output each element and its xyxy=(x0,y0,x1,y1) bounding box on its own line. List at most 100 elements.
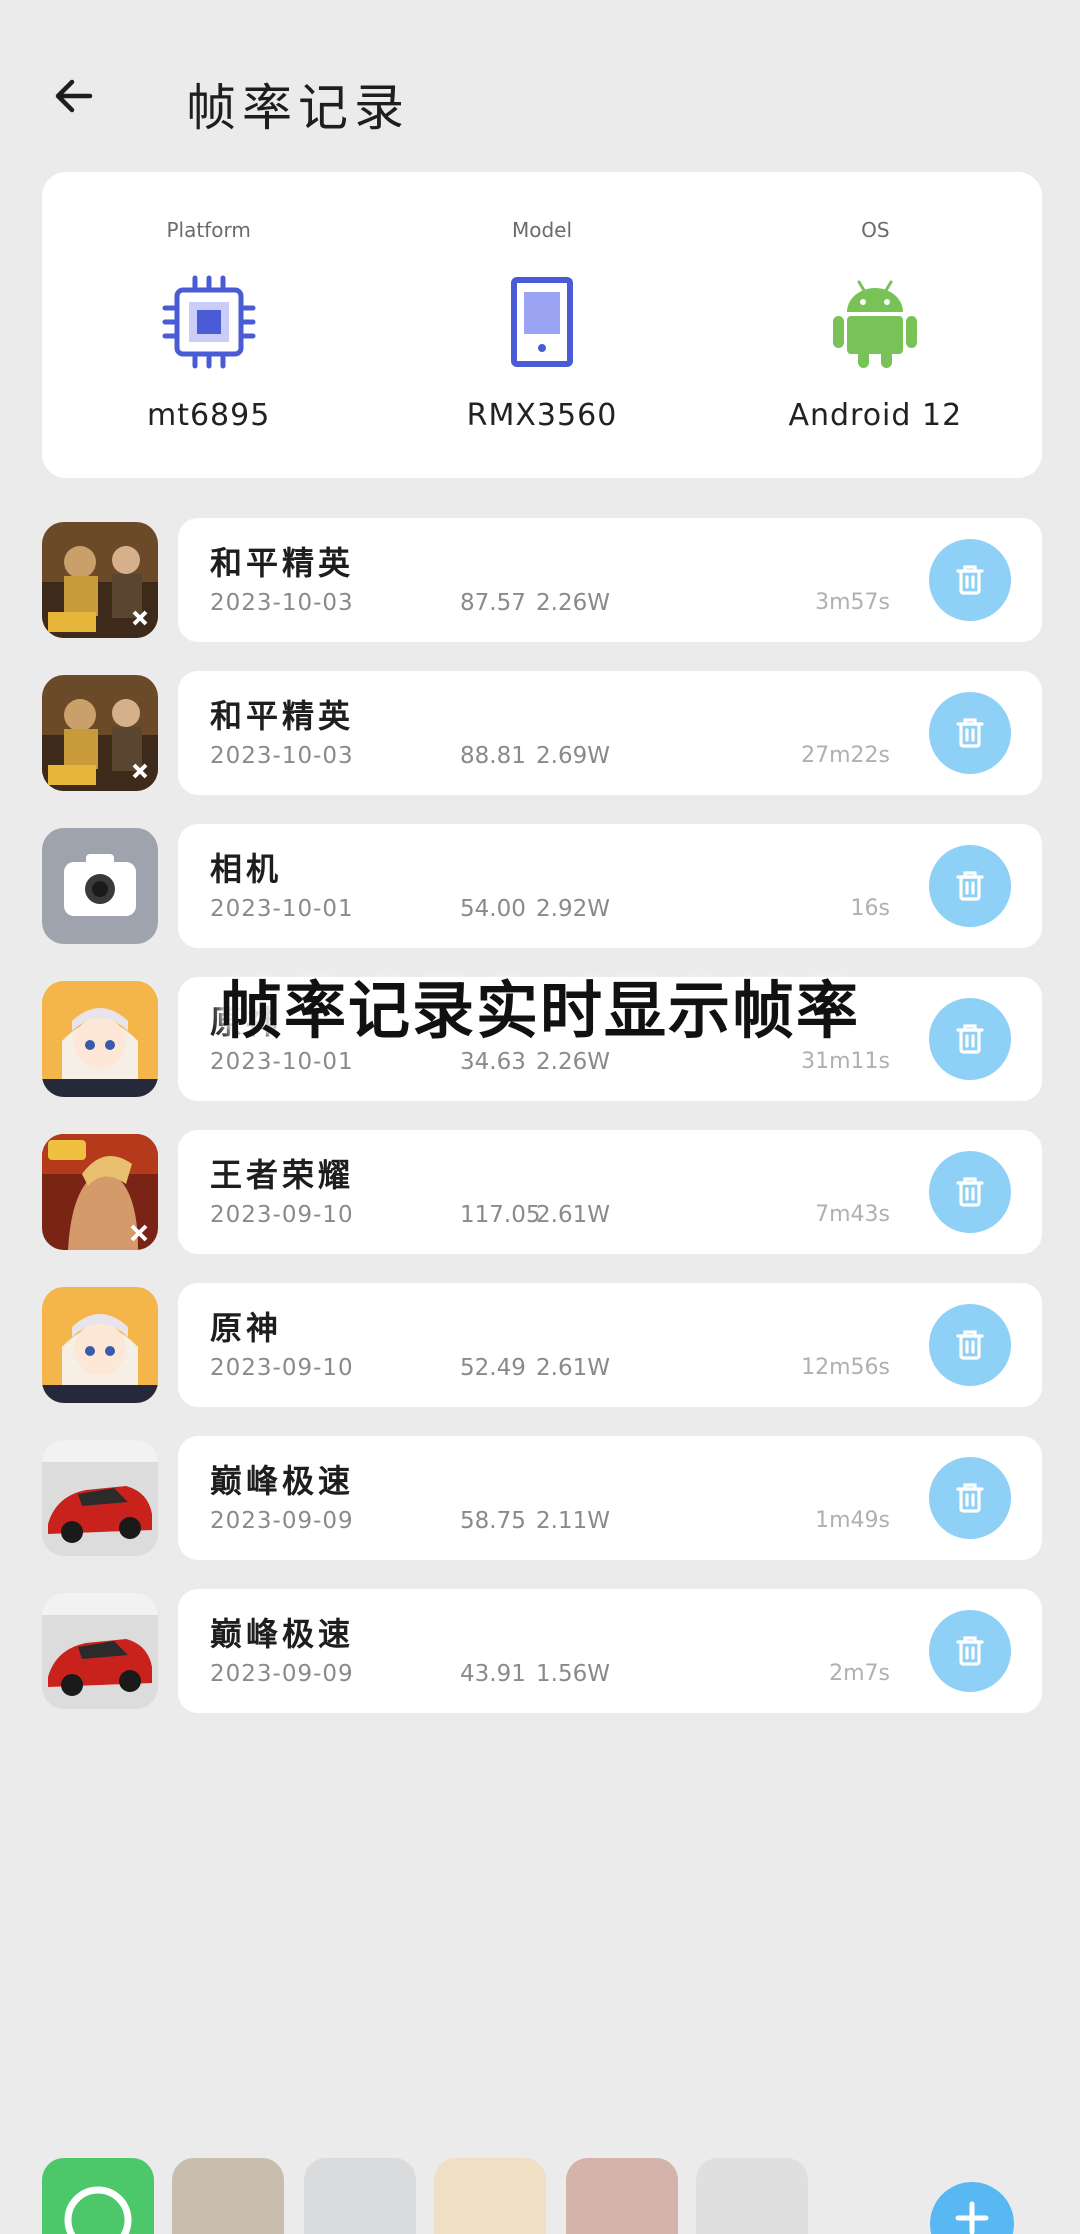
record-card[interactable]: 原神 2023-09-10 52.49 2.61W 12m56s xyxy=(178,1283,1042,1407)
record-fps: 34.63 xyxy=(460,1049,526,1075)
record-date: 2023-09-10 xyxy=(210,1355,354,1381)
record-card[interactable]: 和平精英 2023-10-03 88.81 2.69W 27m22s xyxy=(178,671,1042,795)
trash-icon xyxy=(956,1636,984,1666)
record-power: 2.69W xyxy=(536,743,610,769)
record-power: 1.56W xyxy=(536,1661,610,1687)
platform-caption: Platform xyxy=(166,218,251,242)
dock-app-icon[interactable] xyxy=(434,2158,546,2234)
record-duration: 12m56s xyxy=(801,1355,890,1380)
os-value: Android 12 xyxy=(788,398,963,433)
record-date: 2023-09-10 xyxy=(210,1202,354,1228)
delete-button[interactable] xyxy=(929,692,1011,774)
record-row: 巅峰极速 2023-09-09 43.91 1.56W 2m7s xyxy=(0,1589,1080,1713)
phone-icon xyxy=(492,272,592,372)
record-date: 2023-09-09 xyxy=(210,1661,354,1687)
app-header: 帧率记录 xyxy=(0,0,1080,200)
record-date: 2023-10-03 xyxy=(210,743,354,769)
delete-button[interactable] xyxy=(929,1457,1011,1539)
bottom-app-dock xyxy=(0,2158,1080,2234)
record-duration: 3m57s xyxy=(815,590,890,615)
record-fps: 117.05 xyxy=(460,1202,541,1228)
record-card[interactable]: 巅峰极速 2023-09-09 43.91 1.56W 2m7s xyxy=(178,1589,1042,1713)
record-app-name: 和平精英 xyxy=(210,697,355,735)
record-app-name: 巅峰极速 xyxy=(210,1462,355,1500)
video-caption: 帧率记录实时显示帧率 xyxy=(219,974,860,1047)
page-title: 帧率记录 xyxy=(186,79,410,137)
delete-button[interactable] xyxy=(929,845,1011,927)
record-row: 和平精英 2023-10-03 87.57 2.26W 3m57s xyxy=(0,518,1080,642)
record-power: 2.61W xyxy=(536,1355,610,1381)
record-fps: 43.91 xyxy=(460,1661,526,1687)
genshin-app-icon xyxy=(42,1287,158,1403)
device-info-card: Platform mt6895 Model RMX3560 OS Android… xyxy=(42,172,1042,478)
trash-icon xyxy=(956,1483,984,1513)
record-duration: 2m7s xyxy=(829,1661,890,1686)
dock-app-icon[interactable] xyxy=(172,2158,284,2234)
record-date: 2023-10-01 xyxy=(210,896,354,922)
chip-icon xyxy=(159,272,259,372)
device-model: Model RMX3560 xyxy=(392,172,692,478)
delete-button[interactable] xyxy=(929,539,1011,621)
model-caption: Model xyxy=(511,218,573,242)
trash-icon xyxy=(956,1330,984,1360)
dock-app-icon[interactable] xyxy=(696,2158,808,2234)
record-power: 2.26W xyxy=(536,590,610,616)
delete-button[interactable] xyxy=(929,1151,1011,1233)
trash-icon xyxy=(956,565,984,595)
racing-app-icon xyxy=(42,1440,158,1556)
record-fps: 88.81 xyxy=(460,743,526,769)
trash-icon xyxy=(956,718,984,748)
record-card[interactable]: 相机 2023-10-01 54.00 2.92W 16s xyxy=(178,824,1042,948)
record-row: 和平精英 2023-10-03 88.81 2.69W 27m22s xyxy=(0,671,1080,795)
record-duration: 27m22s xyxy=(801,743,890,768)
record-card[interactable]: 巅峰极速 2023-09-09 58.75 2.11W 1m49s xyxy=(178,1436,1042,1560)
record-row: 王者荣耀 2023-09-10 117.05 2.61W 7m43s xyxy=(0,1130,1080,1254)
peace-elite-app-icon xyxy=(42,522,158,638)
record-fps: 58.75 xyxy=(460,1508,526,1534)
dock-app-icon[interactable] xyxy=(304,2158,416,2234)
speedometer-icon xyxy=(64,2186,132,2234)
trash-icon xyxy=(956,1177,984,1207)
model-value: RMX3560 xyxy=(466,398,618,433)
record-app-name: 巅峰极速 xyxy=(210,1615,355,1653)
record-power: 2.92W xyxy=(536,896,610,922)
record-power: 2.61W xyxy=(536,1202,610,1228)
trash-icon xyxy=(956,871,984,901)
os-caption: OS xyxy=(861,218,890,242)
peace-elite-app-icon xyxy=(42,675,158,791)
record-row: 巅峰极速 2023-09-09 58.75 2.11W 1m49s xyxy=(0,1436,1080,1560)
record-power: 2.11W xyxy=(536,1508,610,1534)
dock-app-icon[interactable] xyxy=(42,2158,154,2234)
record-fps: 54.00 xyxy=(460,896,526,922)
delete-button[interactable] xyxy=(929,1610,1011,1692)
platform-value: mt6895 xyxy=(146,398,271,433)
honor-of-kings-app-icon xyxy=(42,1134,158,1250)
record-fps: 52.49 xyxy=(460,1355,526,1381)
record-duration: 31m11s xyxy=(801,1049,890,1074)
delete-button[interactable] xyxy=(929,1304,1011,1386)
racing-app-icon xyxy=(42,1593,158,1709)
record-date: 2023-10-01 xyxy=(210,1049,354,1075)
device-platform: Platform mt6895 xyxy=(59,172,359,478)
record-power: 2.26W xyxy=(536,1049,610,1075)
record-fps: 87.57 xyxy=(460,590,526,616)
record-app-name: 和平精英 xyxy=(210,544,355,582)
dock-app-icon[interactable] xyxy=(566,2158,678,2234)
record-duration: 1m49s xyxy=(815,1508,890,1533)
record-app-name: 相机 xyxy=(210,850,283,888)
record-card[interactable]: 和平精英 2023-10-03 87.57 2.26W 3m57s xyxy=(178,518,1042,642)
record-duration: 16s xyxy=(850,896,890,921)
back-button[interactable] xyxy=(44,66,104,126)
record-duration: 7m43s xyxy=(815,1202,890,1227)
record-row: 相机 2023-10-01 54.00 2.92W 16s xyxy=(0,824,1080,948)
back-arrow-icon xyxy=(55,79,93,113)
record-app-name: 王者荣耀 xyxy=(210,1156,355,1194)
record-date: 2023-09-09 xyxy=(210,1508,354,1534)
record-card[interactable]: 王者荣耀 2023-09-10 117.05 2.61W 7m43s xyxy=(178,1130,1042,1254)
android-icon xyxy=(825,272,925,372)
device-os: OS Android 12 xyxy=(725,172,1025,478)
camera-app-icon xyxy=(42,828,158,944)
record-date: 2023-10-03 xyxy=(210,590,354,616)
add-button[interactable] xyxy=(930,2182,1014,2234)
plus-icon xyxy=(955,2201,989,2234)
